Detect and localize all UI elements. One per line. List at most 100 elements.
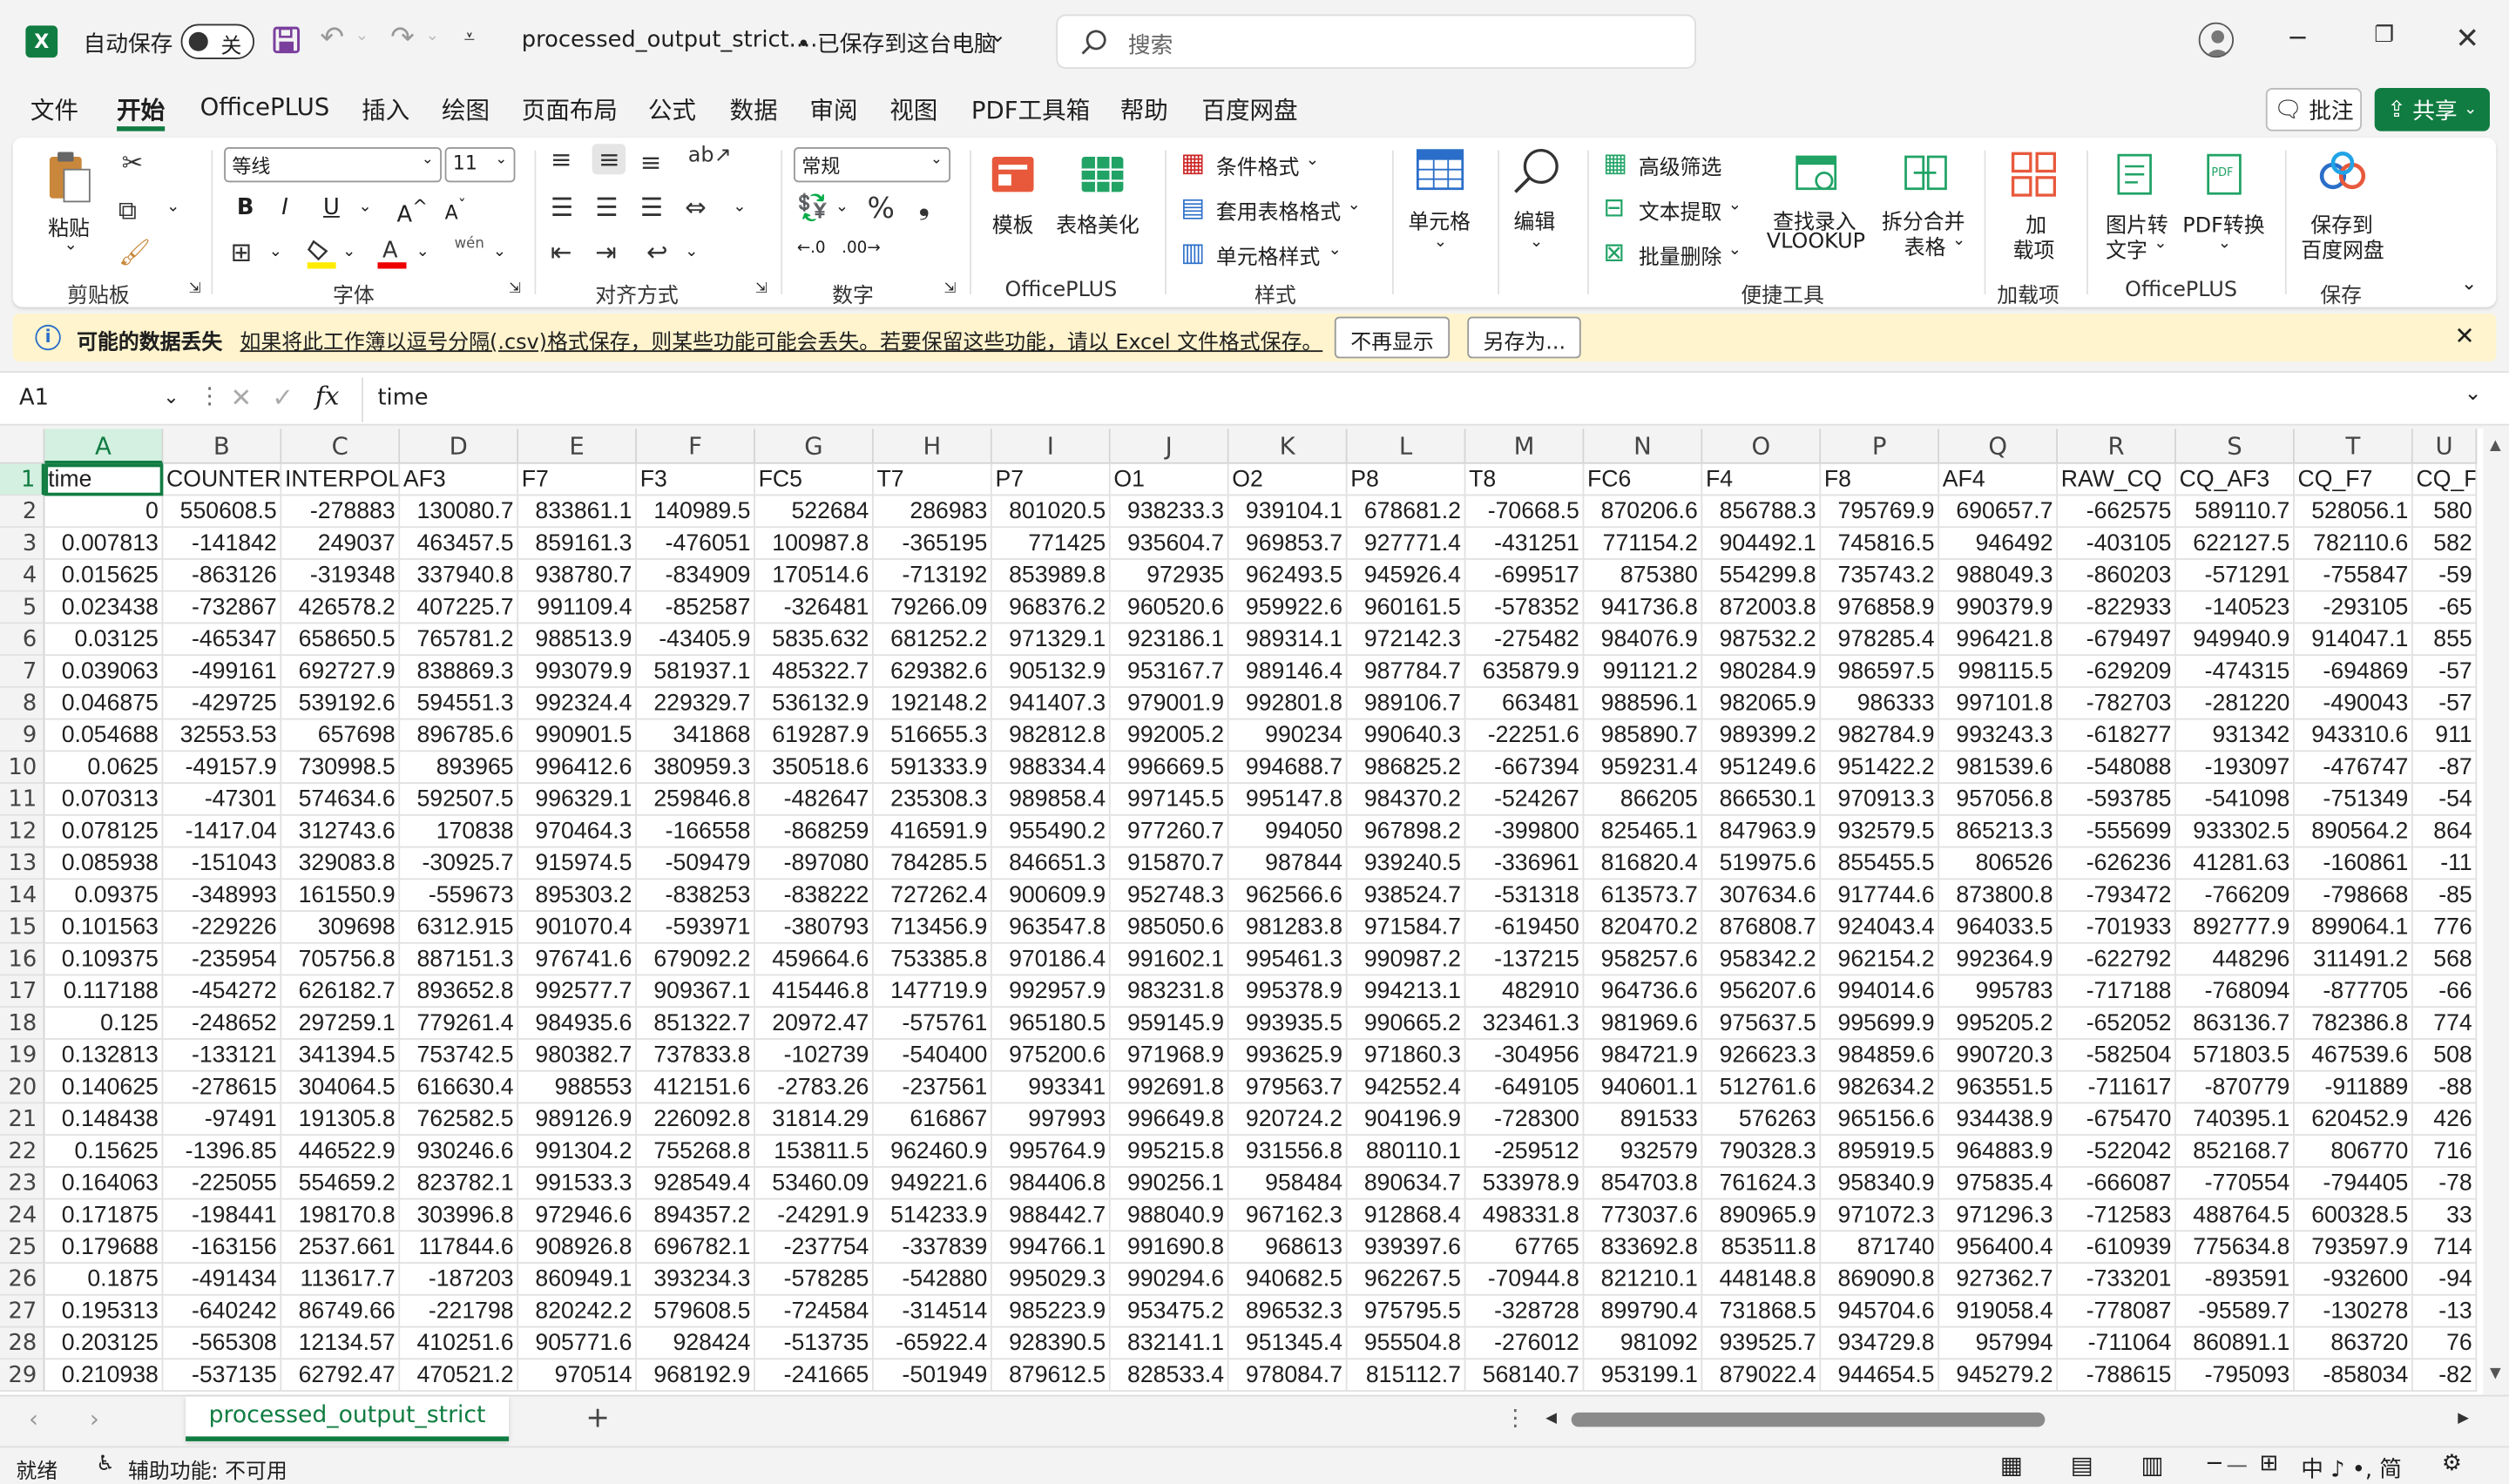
data-cell[interactable]: 971968.9 [1110, 1039, 1229, 1072]
data-cell[interactable]: -548088 [2058, 752, 2176, 785]
row-header[interactable]: 29 [0, 1359, 45, 1392]
row-header[interactable]: 14 [0, 880, 45, 912]
row-header[interactable]: 11 [0, 784, 45, 816]
cell-styles-icon[interactable]: ▥ [1181, 237, 1206, 267]
save-as-button[interactable]: 另存为... [1467, 316, 1582, 359]
data-cell[interactable]: 970186.4 [991, 943, 1111, 976]
data-cell[interactable]: 851322.7 [637, 1008, 755, 1040]
data-cell[interactable]: 946492 [1939, 528, 2059, 560]
data-cell[interactable]: -160861 [2294, 847, 2413, 880]
data-cell[interactable]: 993935.5 [1228, 1008, 1348, 1040]
data-cell[interactable]: -778087 [2058, 1295, 2176, 1328]
data-cell[interactable]: 579608.5 [637, 1295, 755, 1328]
data-cell[interactable]: 350518.6 [754, 752, 874, 785]
data-cell[interactable]: -151043 [163, 847, 282, 880]
data-cell[interactable]: -509479 [637, 847, 755, 880]
data-cell[interactable]: 833692.8 [1584, 1231, 1703, 1265]
data-cell[interactable]: 955490.2 [991, 815, 1111, 848]
share-button[interactable]: ⇪ 共享 ⌄ [2374, 88, 2490, 132]
data-cell[interactable]: 705756.8 [281, 943, 401, 976]
data-cell[interactable]: 995699.9 [1821, 1008, 1940, 1040]
data-cell[interactable]: -57 [2412, 687, 2478, 720]
data-cell[interactable]: -476747 [2294, 752, 2413, 785]
data-cell[interactable]: 978084.7 [1228, 1359, 1348, 1392]
horizontal-scrollbar[interactable]: ◀ ▶ [1545, 1407, 2480, 1433]
data-cell[interactable]: 568 [2412, 943, 2478, 976]
font-name-select[interactable]: 等线 ⌄ [224, 146, 442, 183]
data-cell[interactable]: -141842 [163, 528, 282, 560]
data-cell[interactable]: -24291.9 [754, 1199, 874, 1232]
data-cell[interactable]: 753742.5 [400, 1039, 519, 1072]
alignment-launcher-icon[interactable]: ⇲ [755, 281, 768, 297]
data-cell[interactable]: 426578.2 [281, 591, 401, 624]
row-header[interactable]: 21 [0, 1103, 45, 1137]
data-cell[interactable]: -482647 [754, 784, 874, 816]
data-cell[interactable]: 616630.4 [400, 1071, 519, 1104]
borders-icon[interactable]: ⊞ [230, 237, 252, 267]
header-cell[interactable]: F7 [518, 463, 638, 496]
data-cell[interactable]: 891533 [1584, 1103, 1703, 1137]
image-to-text-dropdown-icon[interactable]: ⌄ [2154, 235, 2167, 253]
row-header[interactable]: 17 [0, 975, 45, 1008]
data-cell[interactable]: 991109.4 [518, 591, 638, 624]
data-cell[interactable]: 198170.8 [281, 1199, 401, 1232]
data-cell[interactable]: -2783.26 [754, 1071, 874, 1104]
data-cell[interactable]: 823782.1 [400, 1167, 519, 1200]
data-cell[interactable]: 0.054688 [44, 719, 164, 752]
data-cell[interactable]: -314514 [873, 1295, 992, 1328]
phonetic-icon[interactable]: wén [455, 237, 484, 253]
split-merge-label-2[interactable]: 表格 [1904, 230, 1946, 261]
data-cell[interactable]: -852587 [637, 591, 755, 624]
data-cell[interactable]: 33 [2412, 1199, 2478, 1232]
data-cell[interactable]: 997993 [991, 1103, 1111, 1137]
data-cell[interactable]: 971584.7 [1347, 911, 1466, 944]
data-cell[interactable]: 0.023438 [44, 591, 164, 624]
data-cell[interactable]: -11 [2412, 847, 2478, 880]
decrease-font-icon[interactable]: Aˇ [445, 199, 466, 224]
data-cell[interactable]: 962460.9 [873, 1136, 992, 1168]
header-cell[interactable]: INTERPOL [281, 463, 401, 496]
data-cell[interactable]: 533978.9 [1465, 1167, 1585, 1200]
data-cell[interactable]: 380959.3 [637, 752, 755, 785]
vertical-scrollbar[interactable]: ▲ ▼ [2483, 428, 2509, 1395]
data-cell[interactable]: 806770 [2294, 1136, 2413, 1168]
data-cell[interactable]: -571291 [2175, 559, 2295, 592]
data-cell[interactable]: -782703 [2058, 687, 2176, 720]
data-cell[interactable]: -95589.7 [2175, 1295, 2295, 1328]
data-cell[interactable]: -838222 [754, 880, 874, 912]
data-cell[interactable]: 988553 [518, 1071, 638, 1104]
data-cell[interactable]: 470521.2 [400, 1359, 519, 1392]
data-cell[interactable]: -893591 [2175, 1264, 2295, 1296]
data-cell[interactable]: 774 [2412, 1008, 2478, 1040]
data-cell[interactable]: -248652 [163, 1008, 282, 1040]
data-cell[interactable]: 887151.3 [400, 943, 519, 976]
data-cell[interactable]: -870779 [2175, 1071, 2295, 1104]
data-cell[interactable]: 990294.6 [1110, 1264, 1229, 1296]
data-cell[interactable]: -770554 [2175, 1167, 2295, 1200]
data-cell[interactable]: 989399.2 [1702, 719, 1822, 752]
data-cell[interactable]: 993243.3 [1939, 719, 2059, 752]
data-cell[interactable]: 988049.3 [1939, 559, 2059, 592]
data-cell[interactable]: 872003.8 [1702, 591, 1822, 624]
data-cell[interactable]: -326481 [754, 591, 874, 624]
tab-formulas[interactable]: 公式 [648, 93, 696, 132]
font-size-select[interactable]: 11 ⌄ [444, 146, 516, 183]
data-cell[interactable]: -675470 [2058, 1103, 2176, 1137]
data-cell[interactable]: 979563.7 [1228, 1071, 1348, 1104]
data-cell[interactable]: 514233.9 [873, 1199, 992, 1232]
data-cell[interactable]: -794405 [2294, 1167, 2413, 1200]
data-cell[interactable]: -522042 [2058, 1136, 2176, 1168]
data-cell[interactable]: 987844 [1228, 847, 1348, 880]
data-cell[interactable]: -540400 [873, 1039, 992, 1072]
merge-dropdown-icon[interactable]: ⌄ [733, 199, 746, 216]
data-cell[interactable]: -454272 [163, 975, 282, 1008]
cells-icon[interactable] [1415, 147, 1466, 195]
increase-font-icon[interactable]: A^ [397, 195, 429, 228]
data-cell[interactable]: -619450 [1465, 911, 1585, 944]
data-cell[interactable]: -490043 [2294, 687, 2413, 720]
data-cell[interactable]: 853511.8 [1702, 1231, 1822, 1265]
data-cell[interactable]: 582 [2412, 528, 2478, 560]
number-launcher-icon[interactable]: ⇲ [944, 281, 957, 297]
data-cell[interactable]: 459664.6 [754, 943, 874, 976]
undo-icon[interactable]: ↶ [320, 21, 344, 55]
